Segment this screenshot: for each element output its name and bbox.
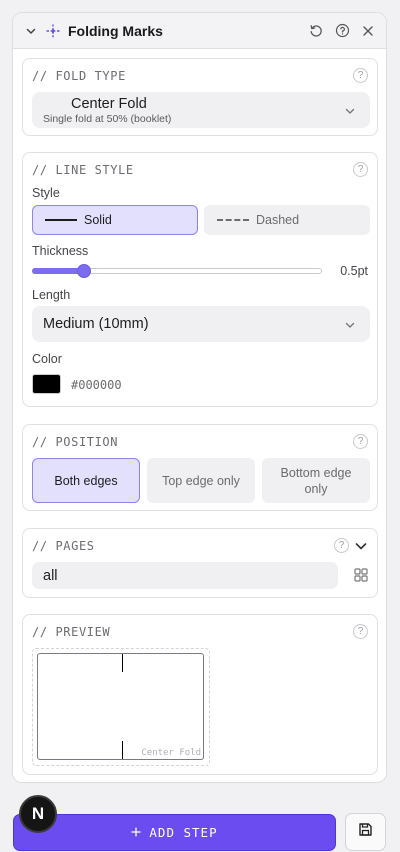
chevron-down-icon (344, 318, 356, 336)
fold-type-description: Single fold at 50% (booklet) (43, 113, 172, 125)
length-select[interactable]: Medium (10mm) (32, 306, 370, 342)
style-option-dashed[interactable]: Dashed (204, 205, 370, 235)
panel-title: Folding Marks (68, 22, 163, 39)
save-icon (358, 822, 373, 842)
pages-input[interactable]: all (32, 562, 338, 589)
thickness-slider[interactable] (32, 264, 322, 278)
fold-mark-top (122, 654, 123, 672)
fold-type-card: // FOLD TYPE ? Center Fold Single fold a… (22, 58, 378, 136)
add-step-label: ADD STEP (149, 825, 218, 840)
style-label: Style (32, 186, 60, 200)
preview-page: Center Fold (37, 653, 204, 760)
style-option-solid[interactable]: Solid (32, 205, 198, 235)
plus-icon (131, 826, 142, 840)
position-option-bottom-edge[interactable]: Bottom edge only (262, 458, 370, 503)
length-value: Medium (10mm) (43, 316, 149, 332)
fold-mark-bottom (122, 741, 123, 759)
sparkle-icon (45, 23, 61, 39)
style-option-label: Solid (84, 213, 112, 227)
position-option-label: Bottom edge only (280, 465, 352, 496)
chevron-down-icon[interactable] (354, 539, 368, 558)
reset-icon[interactable] (308, 23, 324, 39)
chevron-down-icon[interactable] (23, 23, 39, 39)
preview-caption: Center Fold (141, 748, 201, 758)
add-step-button[interactable]: ADD STEP (13, 814, 336, 851)
help-icon[interactable] (334, 23, 350, 39)
color-swatch[interactable] (32, 374, 61, 394)
fold-type-select[interactable]: Center Fold Single fold at 50% (booklet) (32, 92, 370, 128)
preview-card: // PREVIEW ? Center Fold (22, 614, 378, 775)
position-option-label: Top edge only (162, 473, 240, 488)
pages-card: // PAGES ? all (22, 528, 378, 598)
solid-line-icon (45, 219, 77, 221)
position-option-both-edges[interactable]: Both edges (32, 458, 140, 503)
help-icon[interactable]: ? (353, 162, 368, 177)
section-title: // PREVIEW (32, 625, 111, 639)
close-icon[interactable] (360, 23, 376, 39)
color-hex-value[interactable]: #000000 (71, 378, 122, 392)
help-icon[interactable]: ? (334, 538, 349, 553)
save-button[interactable] (345, 813, 386, 851)
position-card: // POSITION ? Both edges Top edge only B… (22, 424, 378, 511)
section-title: // FOLD TYPE (32, 69, 126, 83)
n-logo-badge[interactable]: N (19, 795, 57, 833)
preview-frame: Center Fold (32, 648, 210, 766)
panel-header: Folding Marks (13, 13, 386, 49)
section-title: // LINE STYLE (32, 163, 134, 177)
length-label: Length (32, 288, 71, 302)
fold-type-label: Center Fold (71, 96, 147, 112)
position-option-top-edge[interactable]: Top edge only (147, 458, 255, 503)
style-option-label: Dashed (256, 213, 300, 227)
grid-icon[interactable] (354, 568, 368, 587)
folding-marks-panel: Folding Marks // FOLD TYPE ? Center Fold… (12, 12, 387, 783)
slider-thumb[interactable] (77, 264, 92, 278)
color-label: Color (32, 352, 62, 366)
dashed-line-icon (217, 219, 249, 221)
thickness-label: Thickness (32, 244, 89, 258)
section-title: // POSITION (32, 435, 119, 449)
n-logo-letter: N (31, 804, 45, 823)
help-icon[interactable]: ? (353, 68, 368, 83)
pages-input-value: all (43, 568, 58, 584)
position-option-label: Both edges (54, 473, 118, 488)
line-style-card: // LINE STYLE ? Style Solid Dashed Thick… (22, 152, 378, 407)
chevron-down-icon (344, 104, 356, 122)
thickness-value: 0.5pt (340, 264, 368, 278)
help-icon[interactable]: ? (353, 624, 368, 639)
help-icon[interactable]: ? (353, 434, 368, 449)
section-title: // PAGES (32, 539, 95, 553)
